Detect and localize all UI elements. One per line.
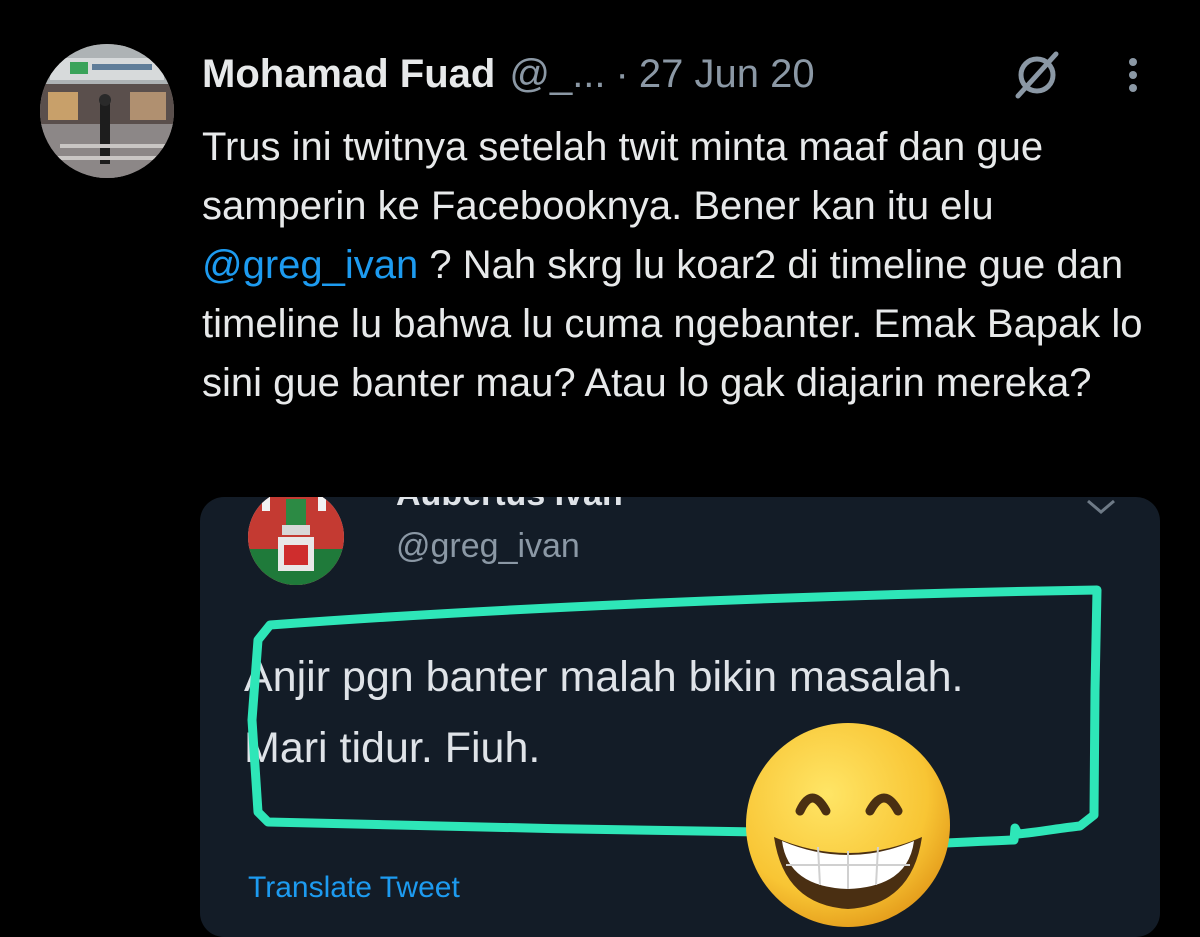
grinning-face-emoji <box>746 723 950 927</box>
separator-dot: · <box>615 51 629 96</box>
tweet-text: Trus ini twitnya setelah twit minta maaf… <box>202 118 1172 413</box>
chevron-down-icon <box>1087 499 1115 514</box>
grok-icon[interactable] <box>1008 50 1066 100</box>
author-avatar[interactable] <box>40 44 174 178</box>
embedded-text-line-1: Anjir pgn banter malah bikin masalah. <box>244 653 964 701</box>
tweet-header: Mohamad Fuad @_... · 27 Jun 20 <box>202 44 1192 104</box>
mention-link[interactable]: @greg_ivan <box>202 243 418 287</box>
translate-tweet-link: Translate Tweet <box>248 871 460 904</box>
embedded-author-handle: @greg_ivan <box>396 527 580 565</box>
embedded-image[interactable]: Aubertus Ivan @greg_ivan Anjir pgn bante… <box>200 497 1160 937</box>
more-icon[interactable] <box>1118 50 1148 100</box>
embedded-author-name: Aubertus Ivan <box>396 497 623 514</box>
tweet-text-before: Trus ini twitnya setelah twit minta maaf… <box>202 125 1044 228</box>
embedded-avatar <box>248 497 344 585</box>
embedded-tweet-text: Anjir pgn banter malah bikin masalah. Ma… <box>244 642 1124 784</box>
embedded-text-line-2: Mari tidur. Fiuh. <box>244 724 541 772</box>
tweet-date[interactable]: 27 Jun 20 <box>639 52 815 97</box>
author-name[interactable]: Mohamad Fuad <box>202 52 495 97</box>
author-handle[interactable]: @_... <box>509 52 605 97</box>
